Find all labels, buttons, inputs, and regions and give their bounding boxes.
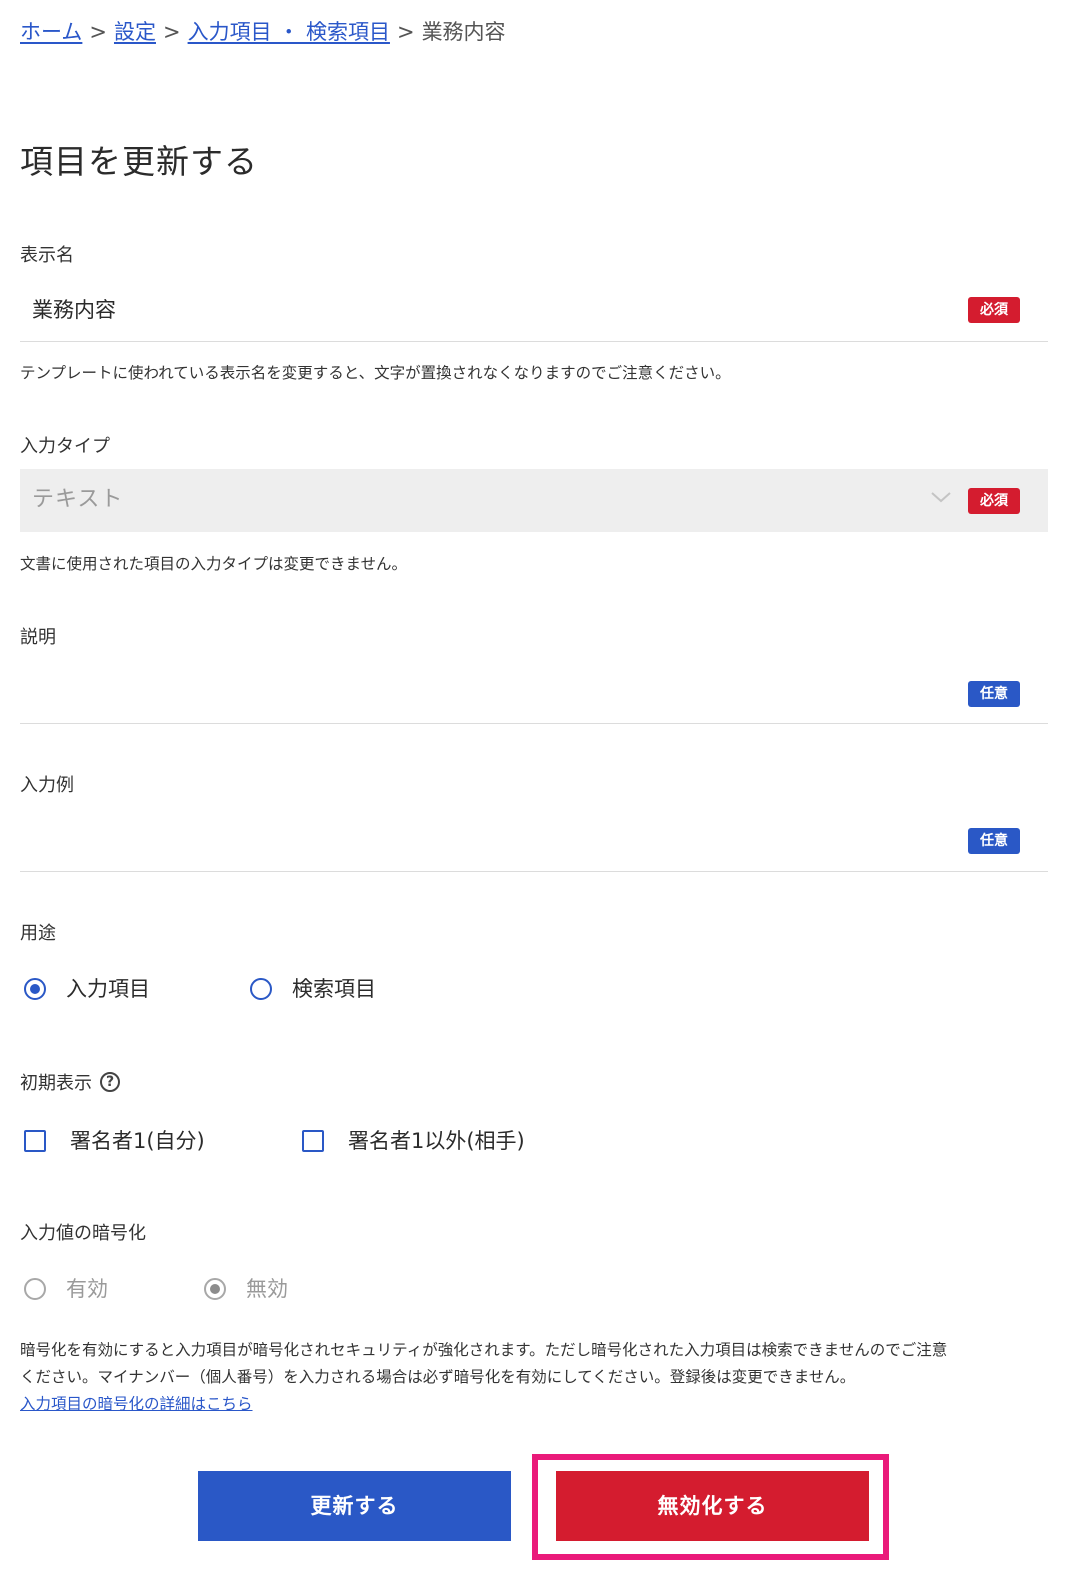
breadcrumb: ホーム > 設定 > 入力項目 ・ 検索項目 > 業務内容: [20, 18, 506, 46]
radio-checked-icon[interactable]: [24, 978, 46, 1000]
radio-unchecked-icon[interactable]: [250, 978, 272, 1000]
initial-display-other-label: 署名者1以外(相手): [348, 1129, 525, 1153]
display-name-help: テンプレートに使われている表示名を変更すると、文字が置換されなくなりますのでご注…: [20, 364, 731, 382]
initial-display-label: 初期表示?: [20, 1072, 120, 1096]
initial-display-self-checkbox[interactable]: 署名者1(自分): [24, 1127, 205, 1155]
breadcrumb-separator: >: [162, 20, 181, 44]
page-title: 項目を更新する: [20, 142, 258, 181]
encryption-option-enabled: 有効: [24, 1275, 108, 1303]
breadcrumb-separator: >: [396, 20, 415, 44]
initial-display-label-text: 初期表示: [20, 1073, 92, 1094]
update-button[interactable]: 更新する: [198, 1471, 511, 1541]
input-type-label: 入力タイプ: [20, 436, 110, 457]
usage-option-search[interactable]: 検索項目: [250, 975, 376, 1003]
breadcrumb-fields-link[interactable]: 入力項目 ・ 検索項目: [188, 20, 390, 44]
breadcrumb-separator: >: [89, 20, 107, 44]
display-name-value: 業務内容: [32, 298, 116, 322]
optional-badge: 任意: [968, 681, 1020, 707]
required-badge: 必須: [968, 488, 1020, 514]
example-label: 入力例: [20, 775, 74, 796]
breadcrumb-settings-link[interactable]: 設定: [114, 20, 156, 44]
encryption-label: 入力値の暗号化: [20, 1223, 146, 1244]
checkbox-unchecked-icon[interactable]: [302, 1130, 324, 1152]
display-name-input[interactable]: 業務内容 必須: [20, 282, 1048, 342]
encryption-details-link[interactable]: 入力項目の暗号化の詳細はこちら: [20, 1391, 253, 1417]
display-name-label: 表示名: [20, 245, 74, 266]
input-type-value: テキスト: [32, 487, 124, 512]
input-type-select: テキスト 必須: [20, 469, 1048, 532]
disable-button[interactable]: 無効化する: [556, 1471, 869, 1541]
optional-badge: 任意: [968, 828, 1020, 854]
usage-option-input-label: 入力項目: [66, 977, 150, 1001]
usage-option-input[interactable]: 入力項目: [24, 975, 150, 1003]
input-type-help: 文書に使用された項目の入力タイプは変更できません。: [20, 555, 408, 573]
encryption-option-disabled-label: 無効: [246, 1277, 288, 1301]
question-circle-icon[interactable]: ?: [100, 1072, 120, 1092]
description-label: 説明: [20, 627, 56, 648]
encryption-help-line1: 暗号化を有効にすると入力項目が暗号化されセキュリティが強化されます。ただし暗号化…: [20, 1341, 948, 1359]
encryption-option-enabled-label: 有効: [66, 1277, 108, 1301]
usage-option-search-label: 検索項目: [292, 977, 376, 1001]
required-badge: 必須: [968, 297, 1020, 323]
encryption-option-disabled: 無効: [204, 1275, 288, 1303]
example-input[interactable]: 任意: [20, 808, 1048, 872]
chevron-down-icon: [931, 492, 951, 503]
usage-label: 用途: [20, 923, 56, 944]
checkbox-unchecked-icon[interactable]: [24, 1130, 46, 1152]
initial-display-other-checkbox[interactable]: 署名者1以外(相手): [302, 1127, 525, 1155]
initial-display-self-label: 署名者1(自分): [70, 1129, 205, 1153]
radio-disabled-checked-icon: [204, 1278, 226, 1300]
breadcrumb-home-link[interactable]: ホーム: [20, 20, 82, 44]
breadcrumb-current: 業務内容: [421, 20, 506, 44]
encryption-help-line2: ください。マイナンバー（個人番号）を入力される場合は必ず暗号化を有効にしてくださ…: [20, 1368, 856, 1386]
description-input[interactable]: 任意: [20, 660, 1048, 724]
radio-disabled-unchecked-icon: [24, 1278, 46, 1300]
